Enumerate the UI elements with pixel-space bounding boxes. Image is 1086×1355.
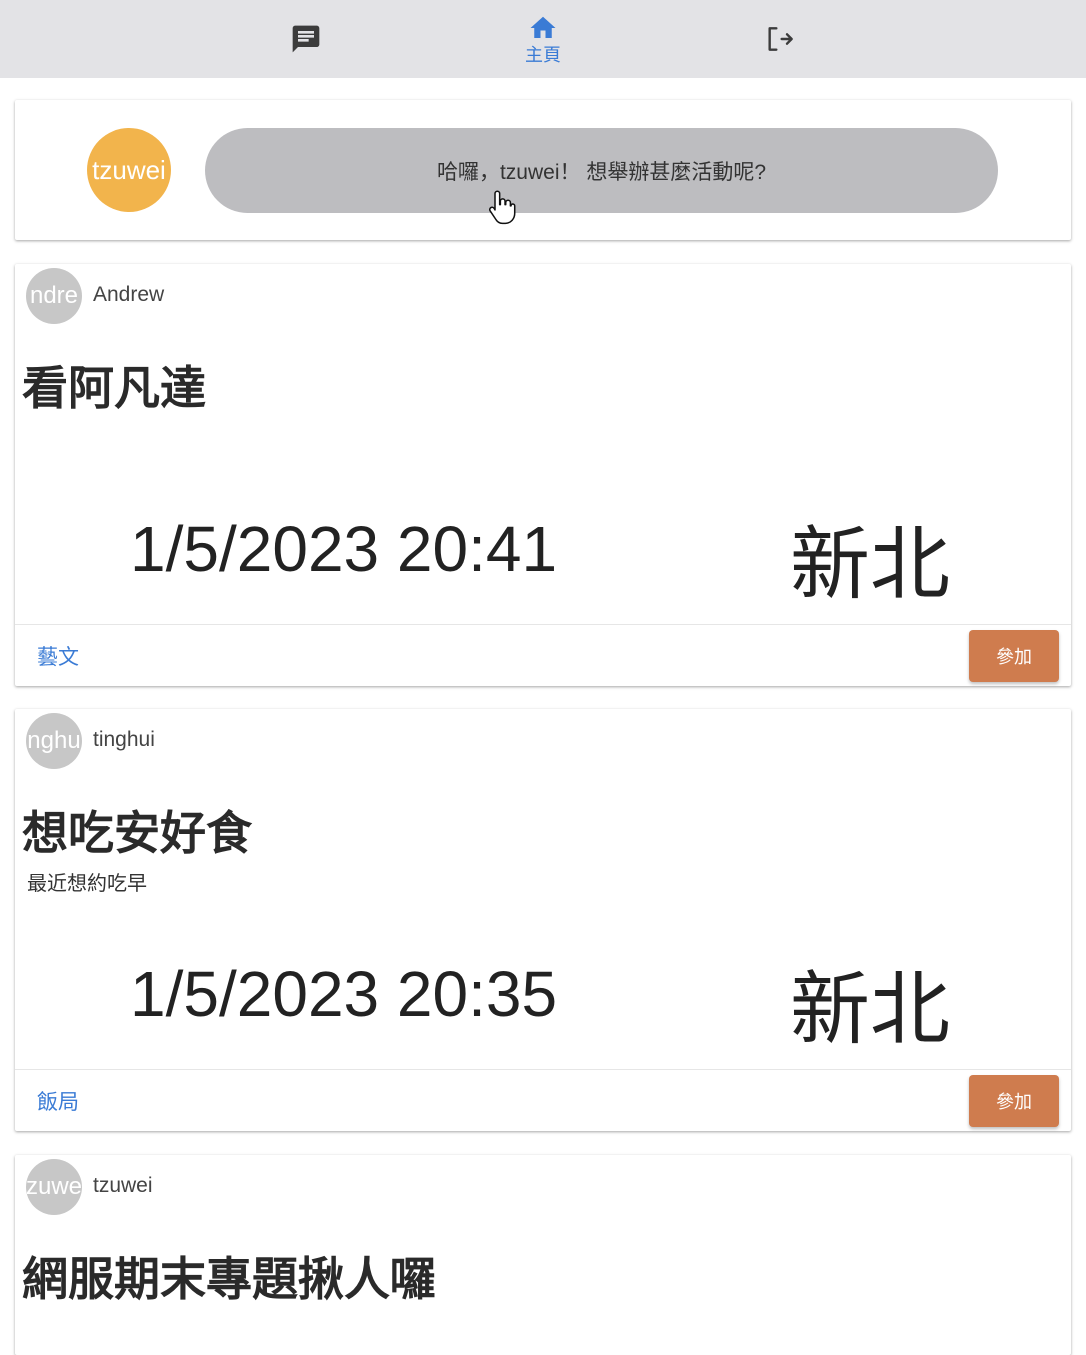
create-event-card: tzuwei 哈囉，tzuwei！ 想舉辦甚麼活動呢? <box>15 100 1071 240</box>
event-card: nghu tinghui 想吃安好食 最近想約吃早 1/5/2023 20:35… <box>15 709 1071 1131</box>
chat-icon <box>292 25 320 53</box>
avatar[interactable]: zuwe <box>26 1159 82 1215</box>
event-category-link[interactable]: 飯局 <box>37 1086 79 1116</box>
nav-logout-button[interactable] <box>719 0 839 78</box>
join-button[interactable]: 參加 <box>969 630 1059 682</box>
avatar[interactable]: ndre <box>26 268 82 324</box>
post-author: tinghui <box>93 728 155 751</box>
join-button[interactable]: 參加 <box>969 1075 1059 1127</box>
event-card-footer: 藝文 參加 <box>15 624 1071 687</box>
user-avatar[interactable]: tzuwei <box>87 128 171 212</box>
nav-chat-button[interactable] <box>246 0 366 78</box>
event-location: 新北 <box>790 965 950 1054</box>
nav-home-button[interactable]: 主頁 <box>483 0 603 78</box>
event-card: ndre Andrew 看阿凡達 1/5/2023 20:41 新北 藝文 參加 <box>15 264 1071 686</box>
event-datetime: 1/5/2023 20:41 <box>130 513 558 585</box>
event-card-footer: 飯局 參加 <box>15 1069 1071 1132</box>
event-card: zuwe tzuwei 網服期末專題揪人囉 <box>15 1155 1071 1355</box>
event-title: 想吃安好食 <box>22 807 252 859</box>
post-author: tzuwei <box>93 1174 153 1197</box>
nav-home-label: 主頁 <box>525 45 561 65</box>
logout-icon <box>768 27 793 51</box>
event-datetime: 1/5/2023 20:35 <box>130 958 558 1030</box>
event-category-link[interactable]: 藝文 <box>37 641 79 671</box>
top-nav-bar: 主頁 <box>0 0 1086 78</box>
create-event-prompt[interactable]: 哈囉，tzuwei！ 想舉辦甚麼活動呢? <box>205 128 998 213</box>
event-title: 網服期末專題揪人囉 <box>22 1253 436 1305</box>
avatar[interactable]: nghu <box>26 713 82 769</box>
home-icon <box>530 16 556 38</box>
hand-cursor-icon <box>488 190 516 225</box>
event-location: 新北 <box>790 520 950 609</box>
post-author: Andrew <box>93 283 165 306</box>
event-title: 看阿凡達 <box>22 362 206 414</box>
event-description: 最近想約吃早 <box>27 873 147 895</box>
